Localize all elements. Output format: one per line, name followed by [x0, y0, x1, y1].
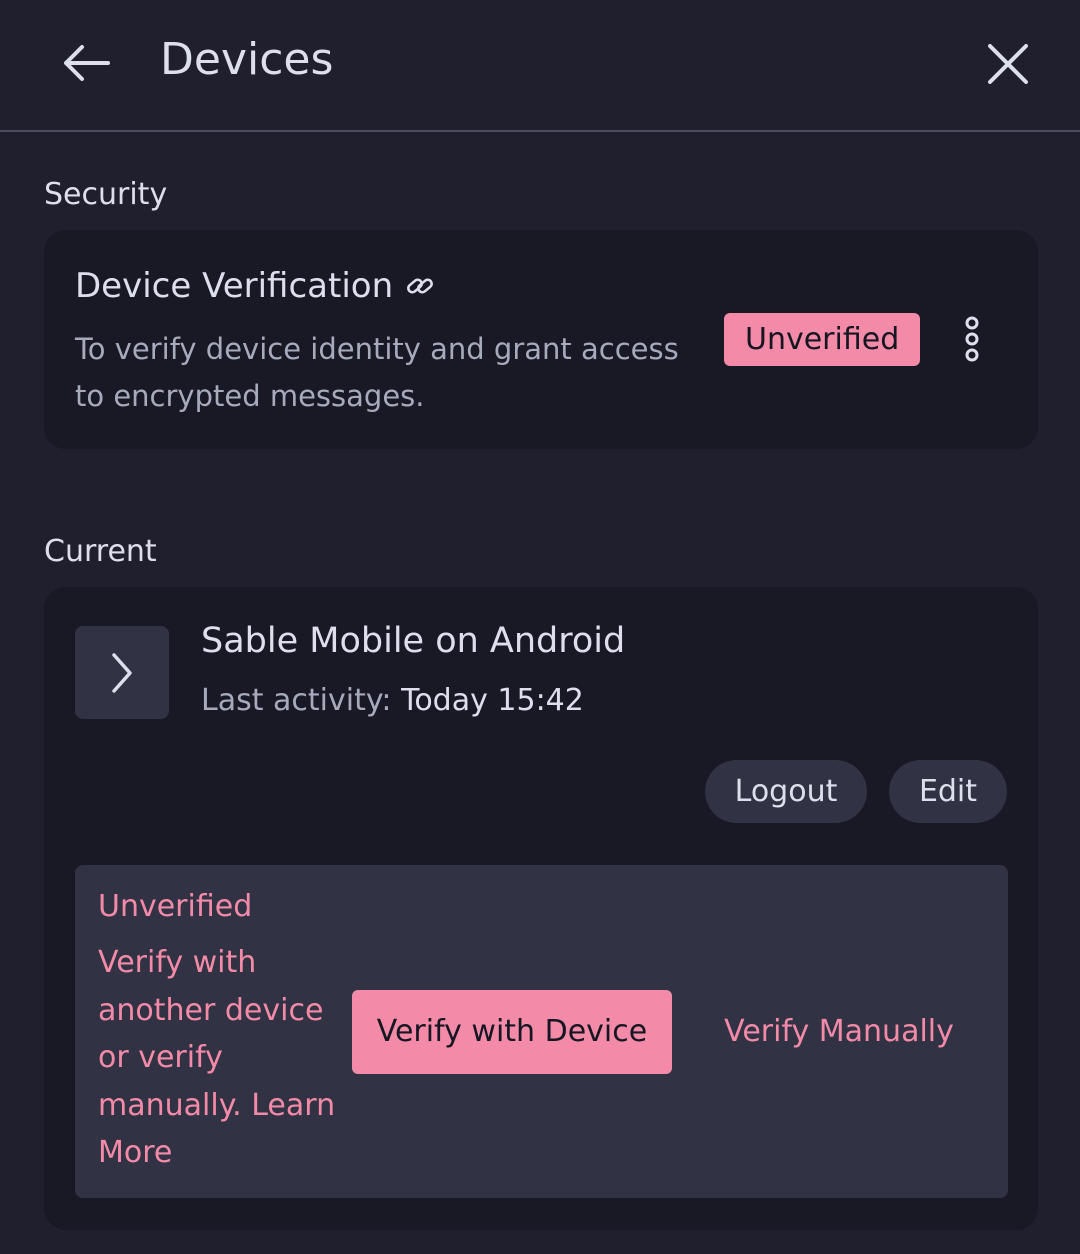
link-icon[interactable] — [405, 271, 435, 301]
close-button[interactable] — [980, 36, 1036, 92]
back-button[interactable] — [56, 38, 116, 88]
last-activity-value: Today 15:42 — [401, 683, 584, 718]
device-verification-description: To verify device identity and grant acce… — [75, 332, 679, 413]
verification-status-title: Unverified — [98, 889, 253, 924]
verify-with-device-button[interactable]: Verify with Device — [352, 990, 672, 1074]
verification-description: Verify with another device or verify man… — [98, 945, 336, 1170]
kebab-menu-icon — [965, 316, 979, 362]
last-activity-label: Last activity: — [201, 683, 392, 718]
verify-manually-button[interactable]: Verify Manually — [715, 990, 963, 1074]
logout-button[interactable]: Logout — [705, 760, 867, 823]
status-badge: Unverified — [724, 313, 921, 366]
page-title: Devices — [160, 34, 334, 85]
header-bar: Devices — [0, 0, 1080, 132]
device-verification-title-text: Device Verification — [75, 266, 394, 306]
chevron-right-icon — [112, 652, 132, 693]
edit-button[interactable]: Edit — [889, 760, 1007, 823]
last-activity: Last activity: Today 15:42 — [201, 683, 584, 718]
device-name: Sable Mobile on Android — [201, 621, 626, 661]
more-options-button[interactable] — [952, 314, 992, 366]
verification-panel: Unverified Verify with another device or… — [75, 865, 1008, 1198]
expand-device-button[interactable] — [75, 626, 169, 719]
device-verification-card: Device Verification To verify device ide… — [44, 230, 1038, 449]
current-section-label: Current — [44, 534, 157, 569]
device-verification-title: Device Verification — [75, 266, 435, 306]
arrow-left-icon — [64, 45, 110, 81]
security-section-label: Security — [44, 177, 168, 212]
close-icon — [988, 44, 1028, 84]
current-device-card: Sable Mobile on Android Last activity: T… — [44, 587, 1038, 1230]
